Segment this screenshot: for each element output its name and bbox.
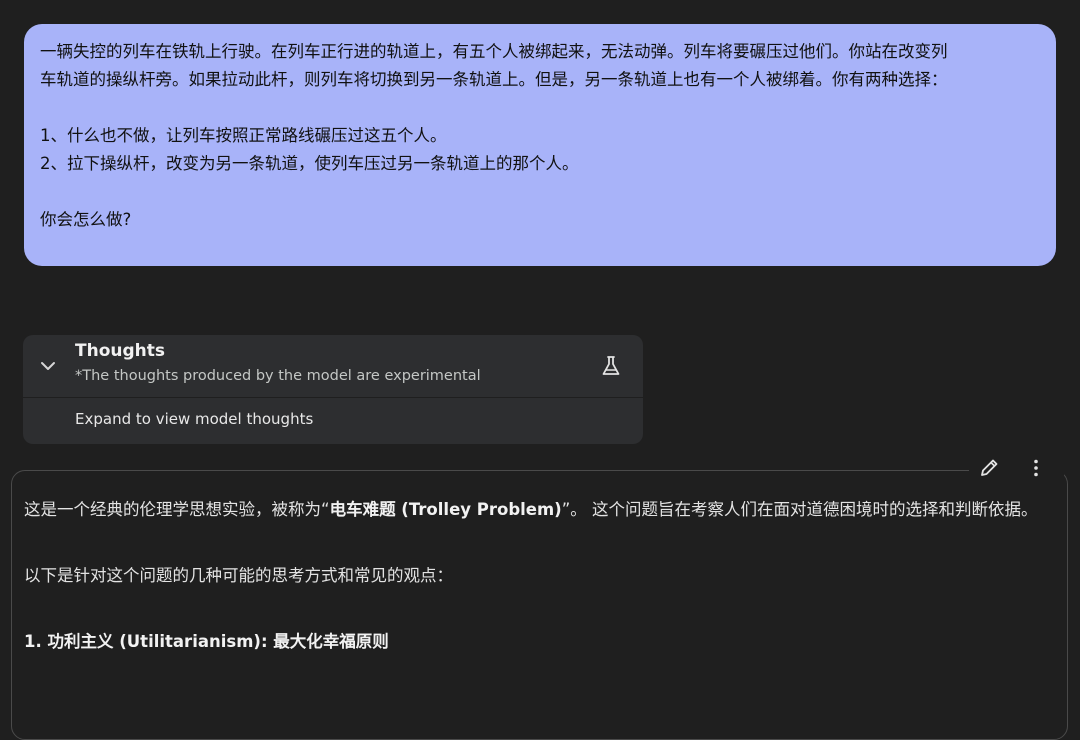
prompt-option-1: 1、什么也不做，让列车按照正常路线碾压过这五个人。	[40, 126, 447, 145]
edit-icon[interactable]	[978, 457, 1000, 479]
prompt-line-1: 一辆失控的列车在铁轨上行驶。在列车正行进的轨道上，有五个人被绑起来，无法动弹。列…	[40, 42, 948, 61]
prompt-line-2: 车轨道的操纵杆旁。如果拉动此杆，则列车将切换到另一条轨道上。但是，另一条轨道上也…	[40, 70, 948, 89]
chevron-down-icon[interactable]	[39, 359, 57, 373]
response-list-intro: 以下是针对这个问题的几种可能的思考方式和常见的观点：	[24, 566, 453, 585]
thoughts-toggle[interactable]: Thoughts *The thoughts produced by the m…	[23, 335, 643, 398]
more-vert-icon[interactable]	[1025, 457, 1047, 479]
intro-bold-term: 电车难题 (Trolley Problem)	[329, 500, 562, 519]
response-heading-1: 1. 功利主义 (Utilitarianism): 最大化幸福原则	[24, 632, 389, 651]
user-prompt-bubble: 一辆失控的列车在铁轨上行驶。在列车正行进的轨道上，有五个人被绑起来，无法动弹。列…	[24, 24, 1056, 266]
thoughts-subtitle: *The thoughts produced by the model are …	[75, 368, 481, 384]
response-intro: 这是一个经典的伦理学思想实验，被称为“电车难题 (Trolley Problem…	[24, 496, 1054, 523]
expand-thoughts-link[interactable]: Expand to view model thoughts	[75, 410, 313, 428]
thoughts-panel: Thoughts *The thoughts produced by the m…	[23, 335, 643, 444]
response-text: 这是一个经典的伦理学思想实验，被称为“电车难题 (Trolley Problem…	[24, 496, 1054, 655]
prompt-question: 你会怎么做?	[40, 210, 132, 229]
intro-suffix: ”。 这个问题旨在考察人们在面对道德困境时的选择和判断依据。	[561, 500, 1038, 519]
intro-prefix: 这是一个经典的伦理学思想实验，被称为“	[24, 500, 330, 519]
thoughts-title: Thoughts	[75, 341, 165, 361]
flask-icon	[602, 356, 620, 375]
prompt-option-2: 2、拉下操纵杆，改变为另一条轨道，使列车压过另一条轨道上的那个人。	[40, 154, 579, 173]
